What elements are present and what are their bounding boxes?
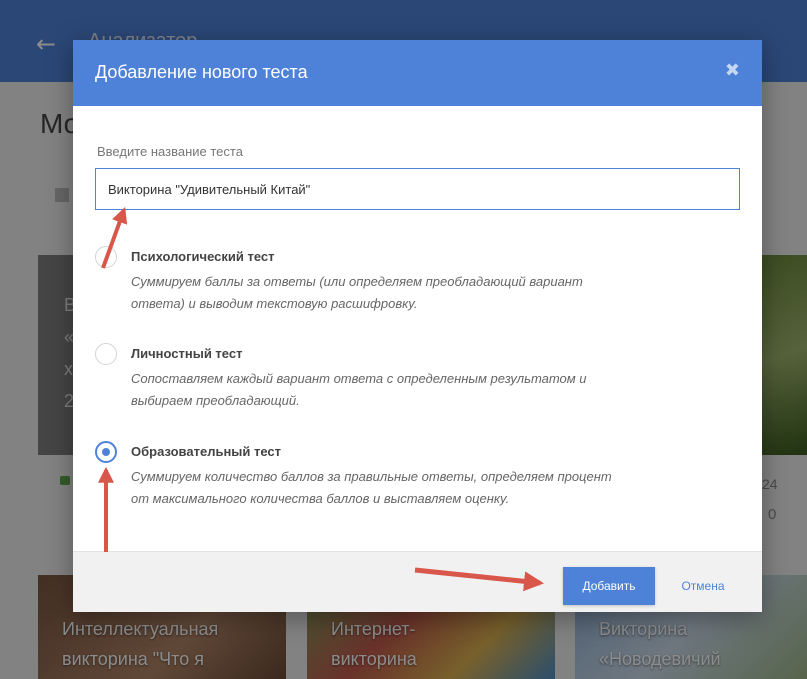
option-description-line: Суммируем баллы за ответы (или определяе… bbox=[131, 274, 583, 289]
dialog-title: Добавление нового теста bbox=[95, 62, 308, 82]
option-description: Сопоставляем каждый вариант ответа с опр… bbox=[131, 368, 721, 412]
option-title: Психологический тест bbox=[131, 249, 275, 264]
option-description: Суммируем количество баллов за правильны… bbox=[131, 466, 721, 510]
option-description-line: ответа) и выводим текстовую расшифровку. bbox=[131, 296, 418, 311]
radio-personality[interactable] bbox=[95, 343, 117, 365]
dialog-footer: Добавить Отмена bbox=[73, 551, 762, 612]
dialog-header: Добавление нового теста ✖ bbox=[73, 40, 762, 106]
test-name-label: Введите название теста bbox=[97, 144, 243, 159]
option-description-line: Суммируем количество баллов за правильны… bbox=[131, 469, 612, 484]
close-icon[interactable]: ✖ bbox=[725, 60, 740, 81]
option-description: Суммируем баллы за ответы (или определяе… bbox=[131, 271, 721, 315]
option-description-line: от максимального количества баллов и выс… bbox=[131, 491, 510, 506]
add-button[interactable]: Добавить bbox=[563, 567, 655, 605]
test-name-input[interactable] bbox=[95, 168, 740, 210]
option-title: Личностный тест bbox=[131, 346, 243, 361]
option-description-line: выбираем преобладающий. bbox=[131, 393, 300, 408]
radio-educational[interactable] bbox=[95, 441, 117, 463]
add-test-dialog: Добавление нового теста ✖ Введите назван… bbox=[73, 40, 762, 612]
radio-psychological[interactable] bbox=[95, 246, 117, 268]
cancel-button[interactable]: Отмена bbox=[668, 567, 738, 605]
option-title: Образовательный тест bbox=[131, 444, 282, 459]
option-description-line: Сопоставляем каждый вариант ответа с опр… bbox=[131, 371, 587, 386]
